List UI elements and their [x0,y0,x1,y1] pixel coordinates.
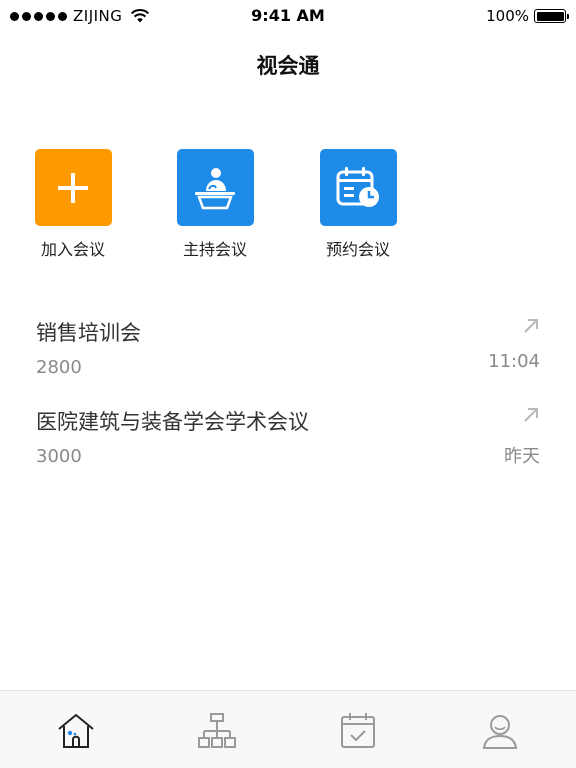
join-meeting-button[interactable]: 加入会议 [29,149,117,260]
host-meeting-button[interactable]: 主持会议 [171,149,259,260]
battery-percentage: 100% [486,7,529,25]
battery-icon [534,9,569,23]
meeting-title: 医院建筑与装备学会学术会议 [36,410,309,434]
schedule-meeting-tile[interactable] [319,149,397,226]
calendar-clock-icon [336,166,379,207]
org-chart-icon[interactable] [197,711,237,751]
schedule-meeting-button[interactable]: 预约会议 [314,149,402,260]
host-podium-icon [195,167,235,209]
host-meeting-tile[interactable] [176,149,254,226]
status-right: 100% [486,7,569,25]
schedule-meeting-label: 预约会议 [325,240,390,259]
join-meeting-tile[interactable] [34,149,112,226]
tab-bar [0,690,576,768]
meeting-title: 销售培训会 [36,321,141,345]
meeting-list-item[interactable]: 医院建筑与装备学会学术会议 3000 昨天 [36,406,540,467]
page-title: 视会通 [256,54,320,78]
meeting-list-item[interactable]: 销售培训会 2800 11:04 [36,317,540,378]
meeting-id: 3000 [36,446,82,467]
host-meeting-label: 主持会议 [182,240,247,259]
meeting-time: 11:04 [488,351,540,372]
user-icon[interactable] [480,711,520,751]
arrow-up-right-icon[interactable] [522,317,540,335]
calendar-check-icon[interactable] [338,711,378,751]
meeting-time: 昨天 [504,446,540,467]
status-bar: ZIJING 9:41 AM 100% [0,0,576,32]
arrow-up-right-icon[interactable] [522,406,540,424]
home-icon[interactable] [56,711,96,751]
plus-icon [58,172,88,203]
join-meeting-label: 加入会议 [40,240,105,259]
meeting-id: 2800 [36,357,82,378]
